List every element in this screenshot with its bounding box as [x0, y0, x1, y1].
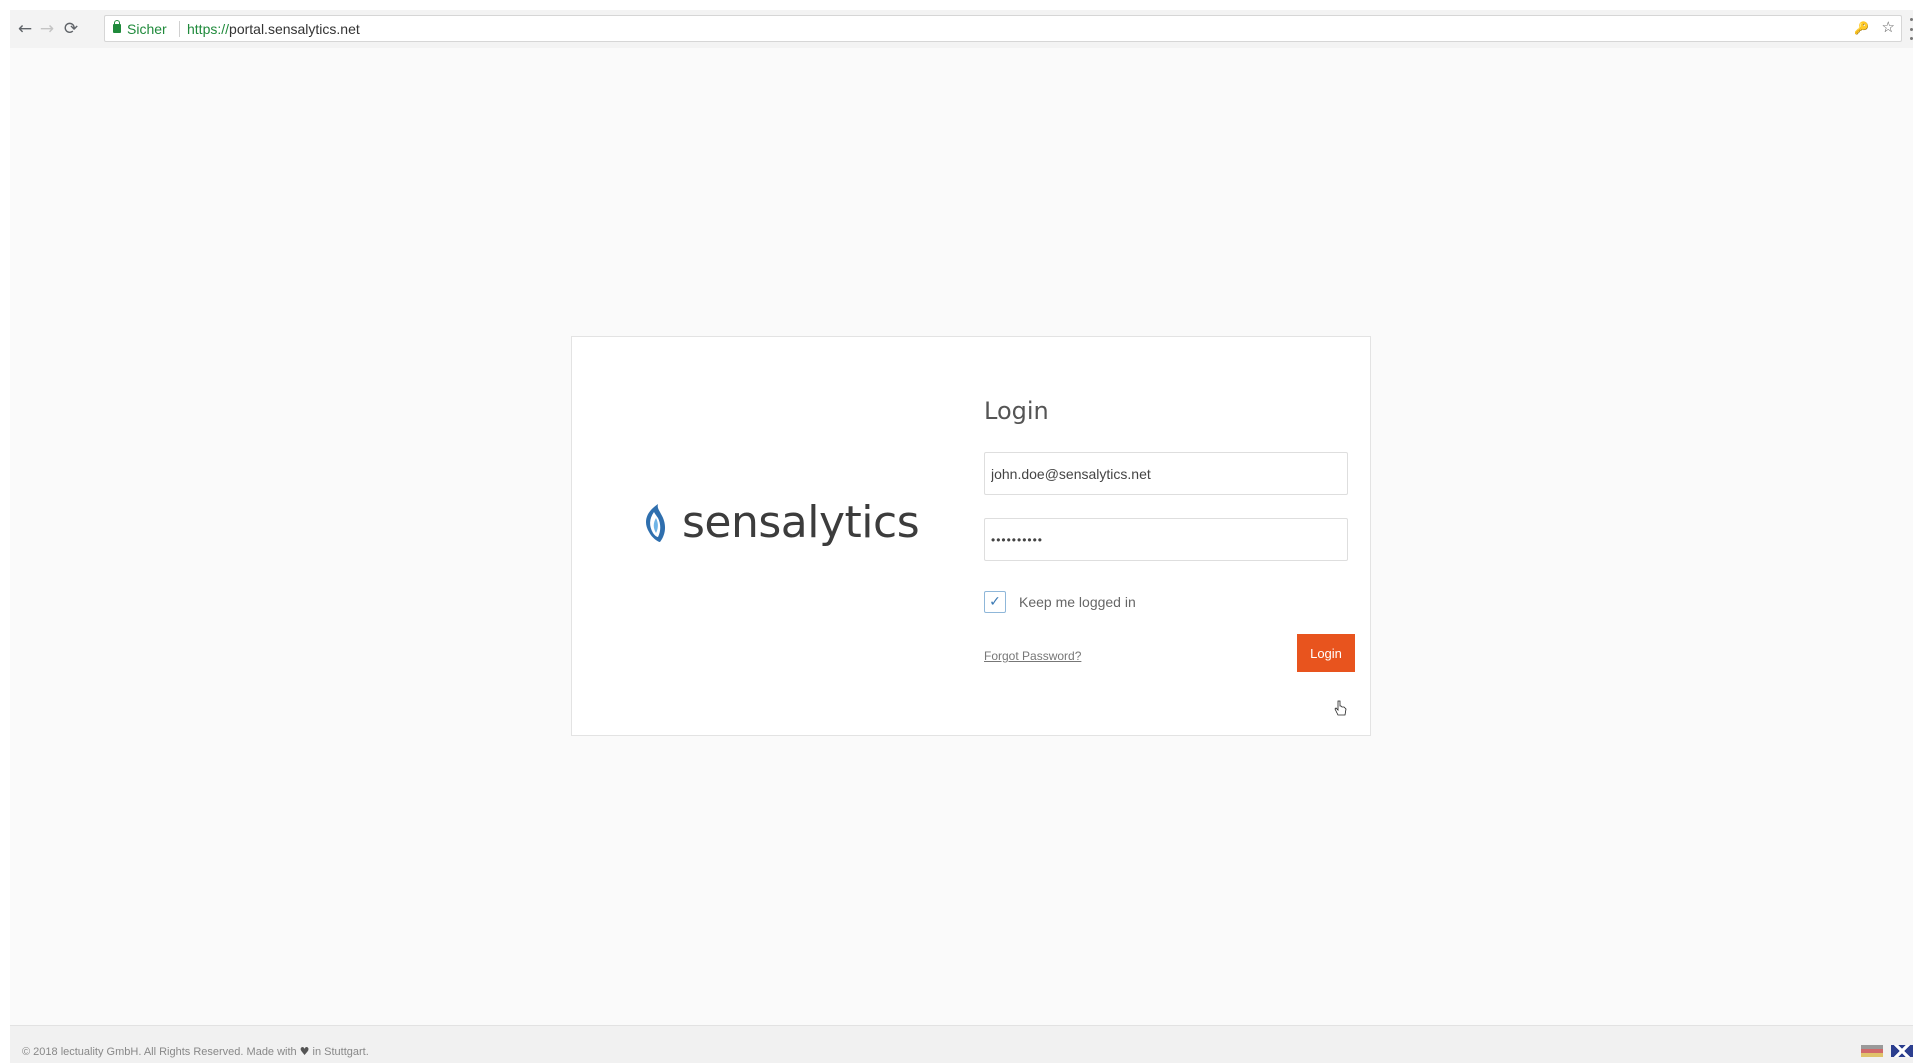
back-icon[interactable]: ←	[14, 18, 36, 40]
page-body: sensalytics Login ✓ Keep me logged in Fo…	[10, 48, 1913, 1025]
key-icon[interactable]: 🔑	[1854, 21, 1869, 35]
footer-copyright: © 2018 lectuality GmbH. All Rights Reser…	[22, 1045, 369, 1058]
heart-icon: ♥	[299, 1045, 310, 1058]
login-button[interactable]: Login	[1297, 634, 1355, 672]
url-text[interactable]: https://portal.sensalytics.net	[187, 21, 360, 37]
mouse-cursor-icon	[1334, 700, 1347, 716]
german-flag-icon[interactable]	[1861, 1045, 1883, 1057]
menu-icon[interactable]	[1909, 18, 1913, 40]
url-divider	[179, 21, 180, 37]
lock-icon	[113, 20, 121, 33]
url-scheme: https://	[187, 21, 230, 37]
address-bar[interactable]: Sicher https://portal.sensalytics.net 🔑 …	[104, 15, 1902, 42]
forgot-password-link[interactable]: Forgot Password?	[984, 649, 1081, 663]
footer: © 2018 lectuality GmbH. All Rights Reser…	[10, 1025, 1913, 1063]
screen: ← → ⟳ Sicher https://portal.sensalytics.…	[0, 0, 1913, 1063]
forward-icon[interactable]: →	[36, 18, 58, 40]
uk-flag-icon[interactable]	[1891, 1045, 1913, 1057]
keep-logged-in-label[interactable]: Keep me logged in	[1019, 594, 1136, 610]
login-title: Login	[984, 397, 1049, 425]
password-input[interactable]	[984, 518, 1348, 561]
checkmark-icon: ✓	[989, 594, 1001, 610]
browser-toolbar: ← → ⟳ Sicher https://portal.sensalytics.…	[10, 10, 1913, 49]
reload-icon[interactable]: ⟳	[60, 18, 82, 40]
secure-label: Sicher	[127, 21, 167, 37]
copyright-location: in Stuttgart.	[312, 1046, 369, 1058]
logo-mark-icon	[646, 503, 666, 542]
copyright-text: © 2018 lectuality GmbH. All Rights Reser…	[22, 1046, 297, 1058]
sensalytics-logo: sensalytics	[640, 497, 920, 548]
star-icon[interactable]: ☆	[1882, 18, 1895, 36]
logo-text: sensalytics	[682, 497, 920, 548]
login-card: sensalytics Login ✓ Keep me logged in Fo…	[571, 336, 1371, 736]
email-input[interactable]	[984, 452, 1348, 495]
url-host: portal.sensalytics.net	[229, 21, 360, 37]
keep-logged-in-checkbox[interactable]: ✓	[984, 591, 1006, 613]
